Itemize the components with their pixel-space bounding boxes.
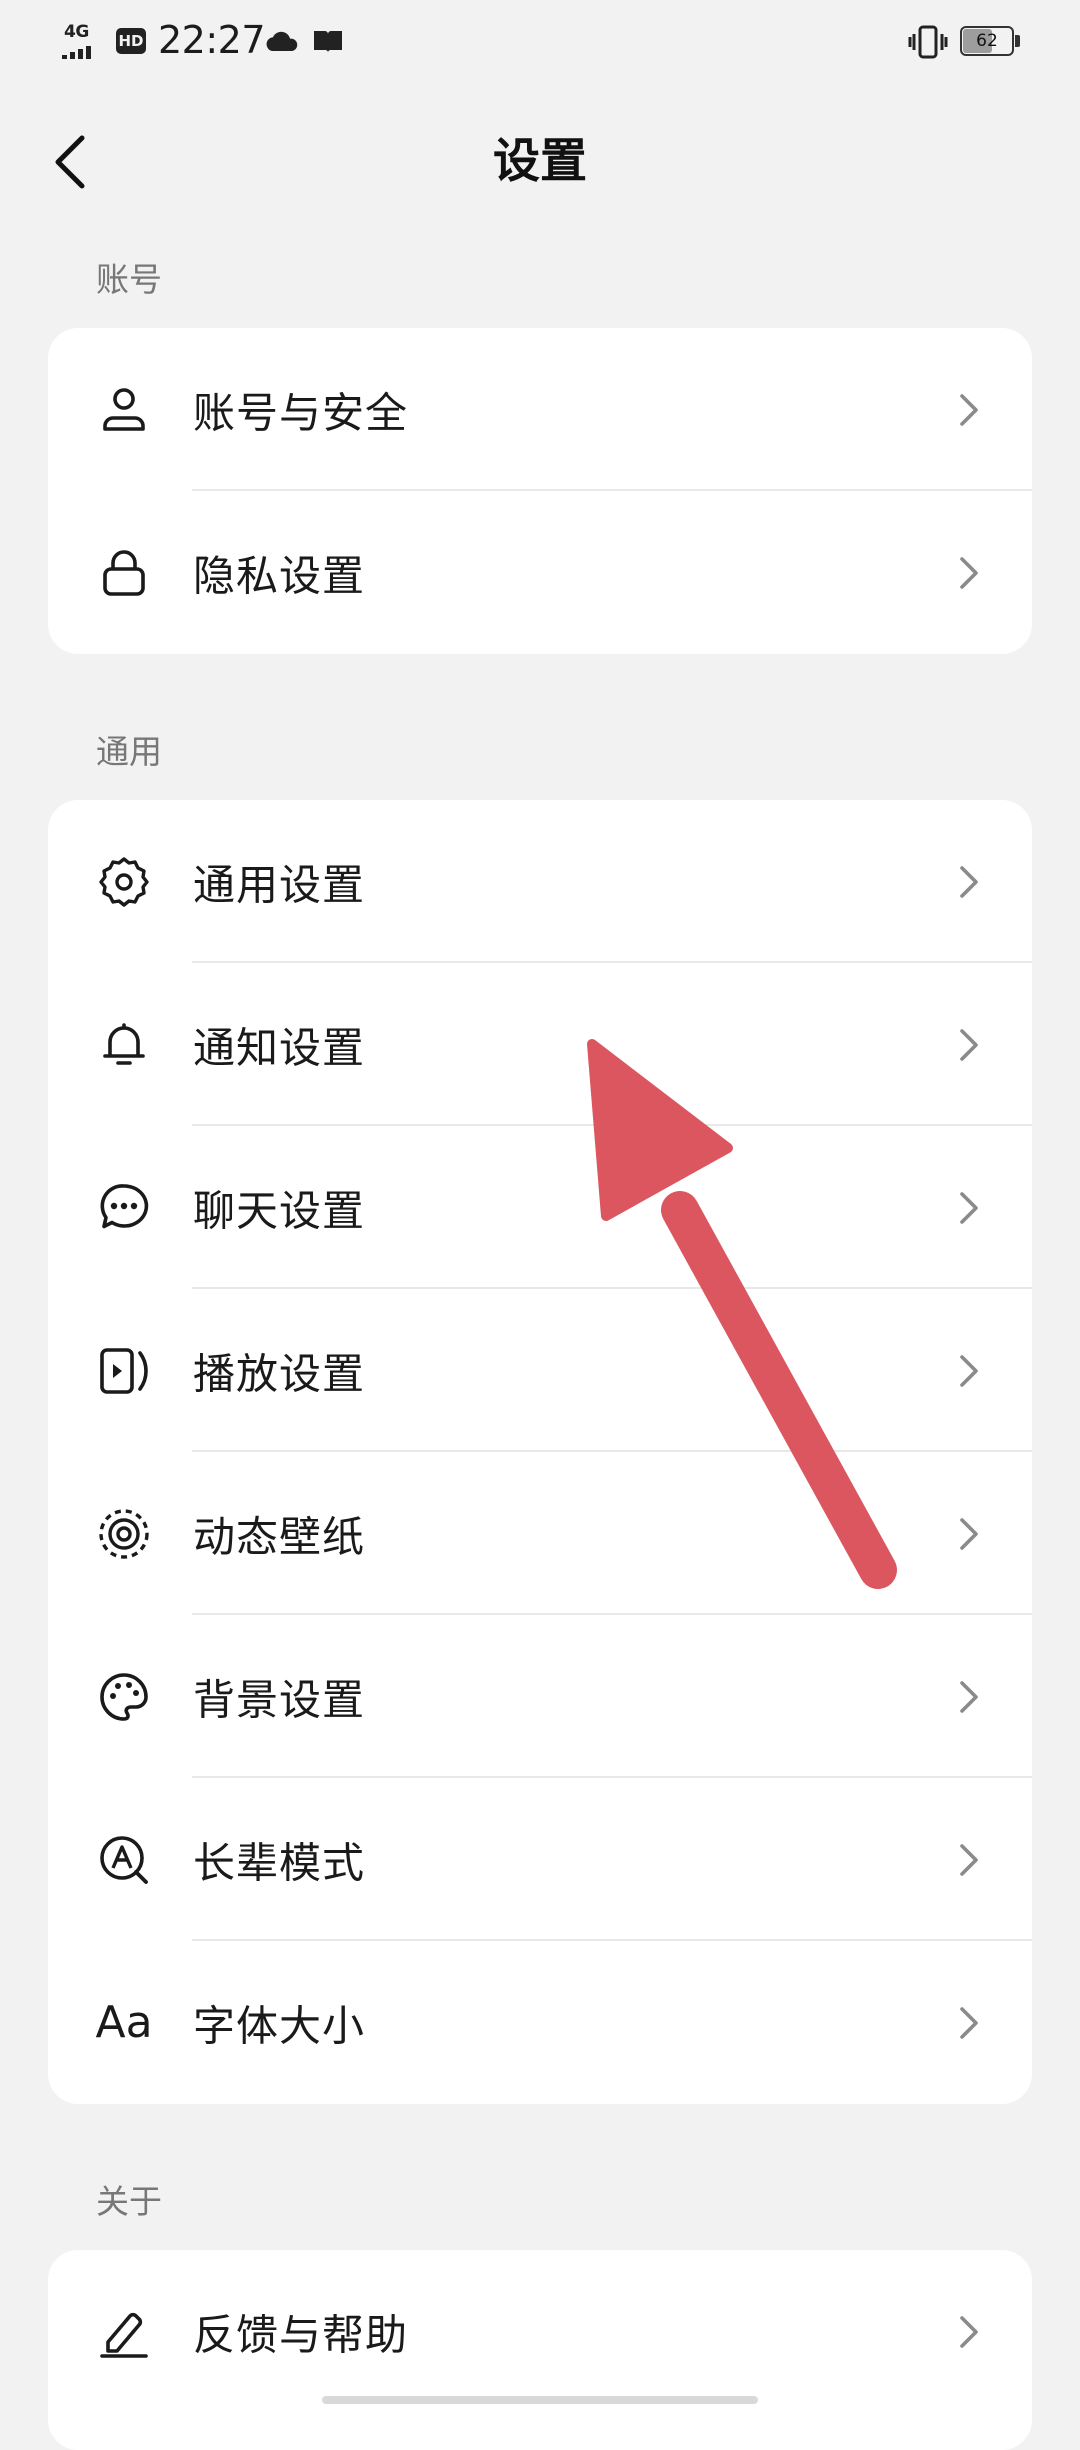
settings-item-label: 通用设置 <box>193 860 366 909</box>
vibrate-icon <box>908 24 948 60</box>
chevron-right-icon <box>960 2315 978 2348</box>
settings-item-label: 账号与安全 <box>193 388 409 437</box>
settings-item-playback[interactable]: 播放设置 <box>48 1289 1032 1452</box>
chevron-right-icon <box>960 1680 978 1713</box>
settings-item-label: 隐私设置 <box>193 551 366 600</box>
chevron-right-icon <box>960 865 978 898</box>
battery-level: 62 <box>976 31 998 51</box>
settings-item-chat[interactable]: 聊天设置 <box>48 1126 1032 1289</box>
live-wallpaper-icon <box>96 1506 152 1562</box>
chevron-right-icon <box>960 1191 978 1224</box>
card-general: 通用设置 通知设置 聊天设置 播放设置 动态壁纸 背景设置 长辈模式 Aa 字体… <box>48 800 1032 2104</box>
chevron-right-icon <box>960 1843 978 1876</box>
settings-item-label: 聊天设置 <box>193 1186 366 1235</box>
settings-item-feedback-help[interactable]: 反馈与帮助 <box>48 2250 1032 2413</box>
chevron-right-icon <box>960 1028 978 1061</box>
settings-item-account-security[interactable]: 账号与安全 <box>48 328 1032 491</box>
settings-item-label: 背景设置 <box>193 1675 366 1724</box>
settings-item-elder-mode[interactable]: 长辈模式 <box>48 1778 1032 1941</box>
chevron-right-icon <box>960 393 978 426</box>
settings-item-label: 长辈模式 <box>193 1838 366 1887</box>
settings-item-label: 通知设置 <box>193 1023 366 1072</box>
lock-icon <box>96 545 152 601</box>
card-account: 账号与安全 隐私设置 <box>48 328 1032 654</box>
cloud-icon <box>265 26 299 56</box>
signal-4g-icon: 4G <box>62 22 106 60</box>
settings-item-privacy[interactable]: 隐私设置 <box>48 491 1032 654</box>
settings-item-label: 字体大小 <box>193 2001 366 2050</box>
chevron-right-icon <box>960 556 978 589</box>
book-icon <box>311 26 345 56</box>
palette-icon <box>96 1669 152 1725</box>
elder-mode-icon <box>96 1832 152 1888</box>
font-size-icon: Aa <box>95 1996 153 2048</box>
chevron-right-icon <box>960 2006 978 2039</box>
network-type-label: 4G <box>64 22 89 42</box>
settings-item-label: 播放设置 <box>193 1349 366 1398</box>
settings-item-general[interactable]: 通用设置 <box>48 800 1032 963</box>
card-about: 反馈与帮助 <box>48 2250 1032 2450</box>
status-time: 22:27 <box>158 18 266 62</box>
settings-item-font-size[interactable]: Aa 字体大小 <box>48 1941 1032 2104</box>
page-title: 设置 <box>493 134 587 189</box>
home-indicator[interactable] <box>322 2396 758 2404</box>
hd-voice-icon: HD <box>116 28 146 54</box>
play-screen-icon <box>96 1343 152 1399</box>
user-icon <box>96 382 152 438</box>
edit-icon <box>96 2304 152 2360</box>
status-bar: 4G HD 22:27 62 <box>0 0 1080 84</box>
battery-icon: 62 <box>960 26 1022 58</box>
chevron-right-icon <box>960 1354 978 1387</box>
settings-item-background[interactable]: 背景设置 <box>48 1615 1032 1778</box>
chat-bubble-icon <box>96 1180 152 1236</box>
chevron-right-icon <box>960 1517 978 1550</box>
settings-item-label: 反馈与帮助 <box>193 2310 409 2359</box>
section-label-about: 关于 <box>96 2182 162 2221</box>
bell-icon <box>96 1017 152 1073</box>
settings-item-notification[interactable]: 通知设置 <box>48 963 1032 1126</box>
settings-item-label: 动态壁纸 <box>193 1512 366 1561</box>
section-label-account: 账号 <box>96 260 162 299</box>
section-label-general: 通用 <box>96 732 162 771</box>
gear-icon <box>96 854 152 910</box>
settings-item-live-wallpaper[interactable]: 动态壁纸 <box>48 1452 1032 1615</box>
